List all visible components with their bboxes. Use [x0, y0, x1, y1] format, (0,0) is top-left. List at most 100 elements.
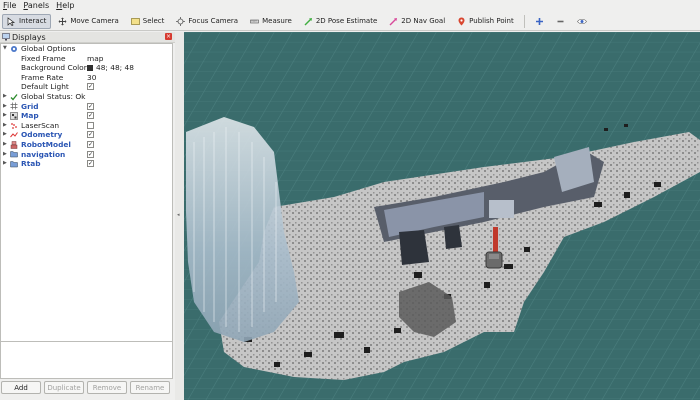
- tool-measure-label: Measure: [262, 17, 292, 25]
- tree-row-odometry[interactable]: ▶ Odometry ✓: [1, 130, 172, 140]
- folder-icon: [10, 150, 18, 158]
- plus-icon: [535, 17, 543, 25]
- display-label-rtab: Rtab: [21, 159, 41, 169]
- eye-icon: [576, 18, 587, 24]
- add-tool-button[interactable]: [530, 14, 549, 29]
- collapse-arrow-icon[interactable]: ▶: [3, 159, 7, 169]
- collapse-arrow-icon[interactable]: ▶: [3, 102, 7, 112]
- menu-help[interactable]: Help: [53, 0, 78, 11]
- frame-rate-label: Frame Rate: [21, 72, 64, 82]
- tree-row-laserscan[interactable]: ▶ LaserScan: [1, 121, 172, 131]
- fixed-frame-value[interactable]: map: [87, 54, 103, 64]
- default-light-label: Default Light: [21, 82, 69, 92]
- tool-2d-pose-estimate-label: 2D Pose Estimate: [315, 17, 378, 25]
- menu-panels-label: anels: [27, 1, 50, 10]
- background-color-label: Background Color: [21, 63, 87, 73]
- navigation-checkbox[interactable]: ✓: [87, 150, 94, 158]
- tree-row-map[interactable]: ▶ Map ✓: [1, 111, 172, 121]
- display-label-robotmodel: RobotModel: [21, 139, 71, 149]
- tool-publish-point-label: Publish Point: [469, 17, 514, 25]
- duplicate-button[interactable]: Duplicate: [44, 381, 84, 394]
- odometry-checkbox[interactable]: ✓: [87, 131, 94, 139]
- collapse-arrow-icon[interactable]: ▶: [3, 130, 7, 140]
- displays-panel-title: Displays: [12, 32, 46, 42]
- tree-row-frame-rate[interactable]: Frame Rate 30: [1, 73, 172, 83]
- view-tool-button[interactable]: [572, 14, 592, 29]
- tool-publish-point[interactable]: Publish Point: [452, 14, 519, 29]
- tree-row-grid[interactable]: ▶ Grid ✓: [1, 102, 172, 112]
- tool-measure[interactable]: Measure: [245, 14, 297, 29]
- odometry-icon: [10, 131, 18, 139]
- map-checkbox[interactable]: ✓: [87, 112, 94, 120]
- color-swatch: [87, 64, 93, 71]
- tree-row-navigation[interactable]: ▶ navigation ✓: [1, 150, 172, 160]
- interact-icon: [7, 16, 16, 26]
- move-camera-icon: [58, 17, 67, 25]
- tool-2d-nav-goal-label: 2D Nav Goal: [401, 17, 446, 25]
- collapse-arrow-icon[interactable]: ▶: [3, 111, 7, 121]
- checkmark-icon: [10, 93, 18, 101]
- folder-icon: [10, 160, 18, 168]
- collapse-arrow-icon[interactable]: ▶: [3, 121, 7, 131]
- background-color-field[interactable]: 48; 48; 48: [87, 63, 134, 73]
- menu-panels[interactable]: Panels: [20, 0, 53, 11]
- grid-checkbox[interactable]: ✓: [87, 102, 94, 110]
- tool-focus-camera[interactable]: Focus Camera: [171, 14, 243, 29]
- tool-focus-camera-label: Focus Camera: [188, 17, 239, 25]
- panel-splitter[interactable]: ◂: [175, 32, 184, 400]
- tree-row-global-options[interactable]: ▼ Global Options: [1, 44, 172, 54]
- remove-tool-button[interactable]: [551, 14, 570, 29]
- display-label-laserscan: LaserScan: [21, 120, 60, 130]
- rtab-checkbox[interactable]: ✓: [87, 160, 94, 168]
- publish-point-icon: [458, 17, 465, 25]
- tree-row-rtab[interactable]: ▶ Rtab ✓: [1, 159, 172, 169]
- collapse-arrow-icon[interactable]: ▶: [3, 150, 7, 160]
- displays-panel: Displays × ▼ Global Options Fixed Frame …: [0, 32, 175, 400]
- rename-button[interactable]: Rename: [130, 381, 170, 394]
- tree-row-global-status[interactable]: ▶ Global Status: Ok: [1, 92, 172, 102]
- laserscan-checkbox[interactable]: [87, 121, 94, 129]
- expand-arrow-icon[interactable]: ▼: [3, 44, 7, 54]
- tree-row-robotmodel[interactable]: ▶ RobotModel ✓: [1, 140, 172, 150]
- measure-icon: [250, 19, 259, 23]
- frame-rate-value[interactable]: 30: [87, 73, 96, 83]
- gear-icon: [10, 45, 18, 53]
- nav-goal-icon: [389, 17, 398, 25]
- fixed-frame-label: Fixed Frame: [21, 53, 66, 63]
- select-icon: [130, 17, 140, 25]
- scene-canvas: [184, 32, 700, 400]
- menu-help-label: elp: [62, 1, 75, 10]
- tree-row-fixed-frame[interactable]: Fixed Frame map: [1, 54, 172, 64]
- pose-estimate-icon: [304, 17, 312, 25]
- menu-file[interactable]: File: [0, 0, 20, 11]
- toolbar-separator: [523, 14, 525, 28]
- map-icon: [10, 112, 18, 120]
- tool-select[interactable]: Select: [126, 14, 170, 29]
- menubar: File Panels Help: [0, 0, 700, 11]
- tool-2d-pose-estimate[interactable]: 2D Pose Estimate: [299, 14, 382, 29]
- collapse-arrow-icon[interactable]: ▶: [3, 140, 7, 150]
- default-light-checkbox[interactable]: ✓: [87, 83, 94, 91]
- display-label-map: Map: [21, 111, 39, 121]
- collapse-arrow-icon[interactable]: ▶: [3, 92, 7, 102]
- laserscan-icon: [10, 122, 18, 130]
- global-status-label: Global Status: Ok: [21, 91, 86, 101]
- displays-panel-header: Displays ×: [0, 32, 175, 43]
- close-panel-icon[interactable]: ×: [165, 33, 172, 40]
- tool-move-camera[interactable]: Move Camera: [53, 14, 123, 29]
- tree-row-default-light[interactable]: Default Light ✓: [1, 82, 172, 92]
- remove-button[interactable]: Remove: [87, 381, 127, 394]
- robotmodel-checkbox[interactable]: ✓: [87, 140, 94, 148]
- tool-interact-label: Interact: [19, 17, 47, 25]
- tree-row-background-color[interactable]: Background Color 48; 48; 48: [1, 63, 172, 73]
- toolbar: Interact Move Camera Select Focus Camera…: [0, 12, 700, 31]
- menu-file-label: ile: [7, 1, 17, 10]
- tool-select-label: Select: [142, 17, 165, 25]
- add-button[interactable]: Add: [1, 381, 41, 394]
- render-viewport[interactable]: [184, 32, 700, 400]
- tool-2d-nav-goal[interactable]: 2D Nav Goal: [384, 14, 450, 29]
- focus-camera-icon: [176, 16, 186, 26]
- display-label-grid: Grid: [21, 101, 39, 111]
- global-options-label: Global Options: [21, 44, 76, 53]
- tool-interact[interactable]: Interact: [2, 13, 52, 29]
